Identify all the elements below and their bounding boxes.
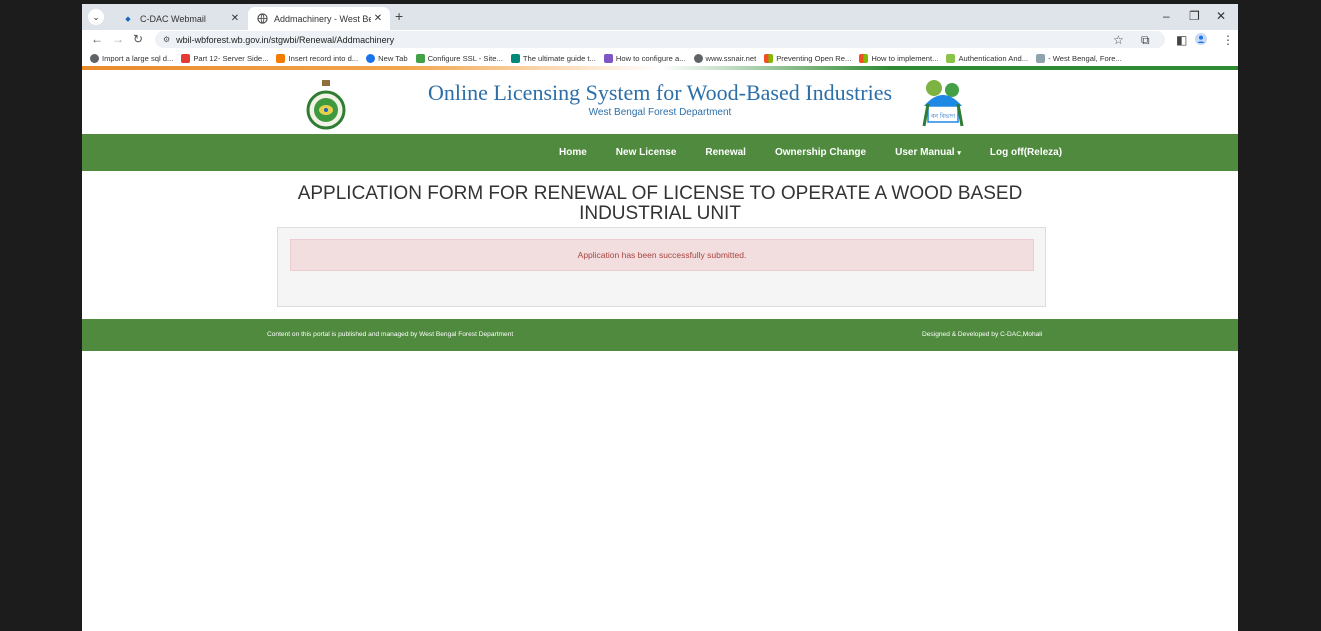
bookmark-item[interactable]: Preventing Open Re...	[764, 53, 851, 63]
new-tab-icon[interactable]: +	[395, 8, 403, 24]
alert-message: Application has been successfully submit…	[577, 250, 747, 260]
nav-user-manual[interactable]: User Manual ▾	[895, 147, 961, 158]
nav-logoff[interactable]: Log off(Releza)	[990, 147, 1062, 158]
profile-avatar-icon[interactable]	[1195, 33, 1207, 48]
footer-right-text: Designed & Developed by C-DAC,Mohali	[922, 331, 1043, 338]
tab-search-icon[interactable]: ⌄	[88, 9, 104, 25]
bookmark-item[interactable]: Import a large sql d...	[90, 53, 173, 63]
cdac-favicon-icon: ◆	[125, 15, 131, 23]
bookmark-item[interactable]: Configure SSL - Site...	[415, 53, 503, 63]
bookmark-item[interactable]: How to configure a...	[603, 53, 686, 63]
microsoft-icon	[859, 53, 869, 63]
site-title: Online Licensing System for Wood-Based I…	[427, 80, 893, 105]
globe-icon	[693, 53, 703, 63]
forward-icon[interactable]: →	[112, 32, 124, 46]
bookmark-item[interactable]: How to implement...	[859, 53, 938, 63]
close-icon[interactable]: ✕	[228, 13, 242, 24]
restore-icon[interactable]: ❐	[1189, 9, 1200, 23]
bookmark-favicon-icon	[276, 53, 286, 63]
globe-icon	[256, 13, 268, 25]
tab-title: Addmachinery - West Bengal, F	[274, 13, 371, 24]
close-window-icon[interactable]: ✕	[1216, 9, 1226, 23]
caret-down-icon: ▾	[957, 150, 961, 157]
youtube-icon	[181, 53, 191, 63]
address-bar-row: ← → ↻ ⚙ wbil-wbforest.wb.gov.in/stgwbi/R…	[82, 30, 1238, 50]
bookmark-favicon-icon	[603, 53, 613, 63]
form-title-line1: APPLICATION FORM FOR RENEWAL OF LICENSE …	[297, 183, 1023, 204]
form-panel: Application has been successfully submit…	[277, 227, 1046, 307]
side-panel-icon[interactable]: ◧	[1176, 33, 1187, 47]
globe-icon	[90, 53, 99, 63]
success-alert: Application has been successfully submit…	[290, 239, 1034, 271]
bookmark-item[interactable]: - West Bengal, Fore...	[1036, 53, 1122, 63]
bookmark-item[interactable]: www.ssnair.net	[693, 53, 756, 63]
site-header: Online Licensing System for Wood-Based I…	[82, 70, 1238, 134]
page-content: Online Licensing System for Wood-Based I…	[82, 66, 1238, 631]
browser-window: ⌄ ◆ C-DAC Webmail ✕ Addmachinery - West …	[82, 4, 1238, 631]
nav-new-license[interactable]: New License	[616, 147, 677, 158]
bookmarks-bar: Import a large sql d... Part 12- Server …	[82, 50, 1238, 66]
bookmark-favicon-icon	[946, 53, 956, 63]
site-footer: Content on this portal is published and …	[82, 319, 1238, 351]
bookmark-favicon-icon	[1036, 53, 1046, 63]
menu-icon[interactable]: ⋮	[1222, 33, 1234, 47]
nav-renewal[interactable]: Renewal	[705, 147, 746, 158]
bookmark-item[interactable]: Authentication And...	[946, 53, 1028, 63]
nav-ownership-change[interactable]: Ownership Change	[775, 147, 866, 158]
bookmark-item[interactable]: New Tab	[366, 53, 408, 63]
main-nav: Home New License Renewal Ownership Chang…	[82, 134, 1238, 171]
bookmark-item[interactable]: Insert record into d...	[276, 53, 358, 63]
tab-webmail[interactable]: ◆ C-DAC Webmail ✕	[114, 7, 247, 30]
reload-icon[interactable]: ↻	[133, 32, 143, 46]
close-icon[interactable]: ✕	[371, 13, 385, 24]
forest-department-logo: বন বিভাগ	[918, 76, 968, 130]
site-subtitle: West Bengal Forest Department	[588, 107, 732, 118]
form-title-line2: INDUSTRIAL UNIT	[579, 203, 741, 224]
footer-left-text: Content on this portal is published and …	[267, 331, 514, 338]
logo-text: বন বিভাগ	[930, 113, 956, 120]
bookmark-item[interactable]: The ultimate guide t...	[510, 53, 596, 63]
site-info-icon[interactable]: ⚙	[163, 35, 170, 44]
bookmark-item[interactable]: Part 12- Server Side...	[181, 53, 268, 63]
new-tab-favicon-icon	[366, 53, 376, 63]
bookmark-favicon-icon	[415, 53, 425, 63]
bookmark-star-icon[interactable]: ☆	[1113, 33, 1124, 47]
tab-addmachinery[interactable]: Addmachinery - West Bengal, F ✕	[248, 7, 390, 30]
nav-home[interactable]: Home	[559, 147, 587, 158]
bookmark-favicon-icon	[510, 53, 520, 63]
tab-title: C-DAC Webmail	[140, 13, 206, 24]
tab-strip: ⌄ ◆ C-DAC Webmail ✕ Addmachinery - West …	[82, 4, 1238, 30]
form-title: APPLICATION FORM FOR RENEWAL OF LICENSE …	[82, 184, 1238, 224]
url-text: wbil-wbforest.wb.gov.in/stgwbi/Renewal/A…	[176, 34, 395, 45]
minimize-icon[interactable]: –	[1163, 9, 1170, 23]
extensions-icon[interactable]: ⧉	[1141, 33, 1150, 48]
microsoft-icon	[764, 53, 774, 63]
url-input[interactable]: ⚙ wbil-wbforest.wb.gov.in/stgwbi/Renewal…	[155, 31, 1165, 48]
back-icon[interactable]: ←	[91, 32, 103, 46]
nav-user-manual-label: User Manual	[895, 147, 955, 158]
